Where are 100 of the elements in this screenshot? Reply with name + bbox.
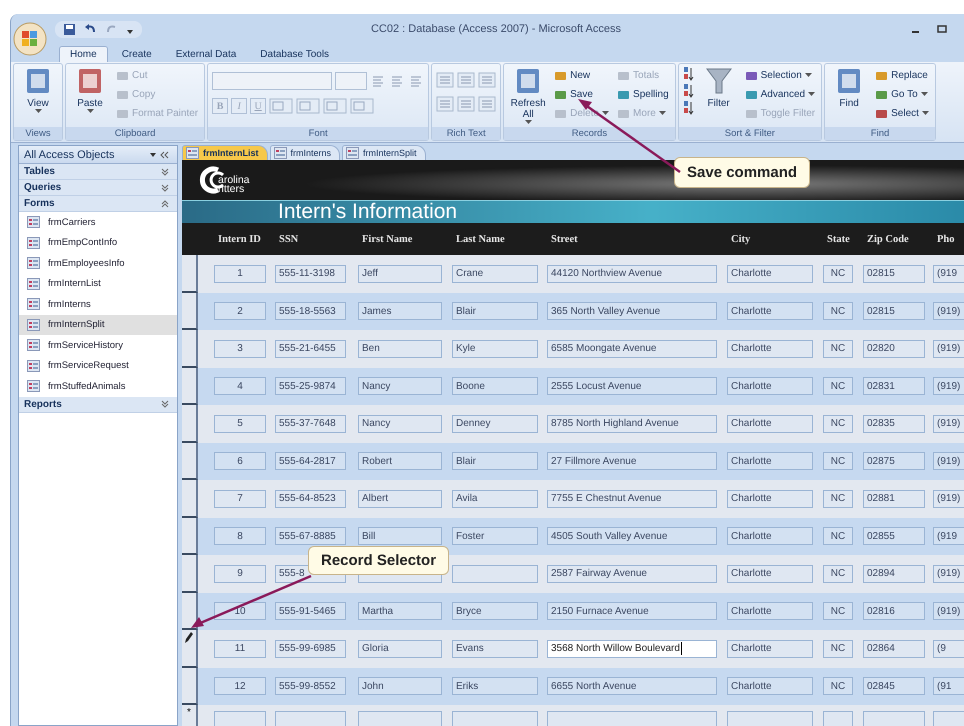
nav-item[interactable]: frmServiceRequest [19, 356, 177, 376]
field[interactable]: 02815 [863, 302, 925, 320]
field[interactable]: Boone [452, 377, 538, 396]
field[interactable]: 02835 [863, 414, 925, 433]
field[interactable]: NC [823, 602, 853, 620]
field[interactable]: 12 [214, 677, 266, 696]
field[interactable]: 02894 [863, 564, 925, 583]
format-icon[interactable] [269, 98, 294, 114]
field[interactable] [863, 711, 925, 726]
field[interactable]: 555-67-8885 [275, 527, 346, 546]
ribbon-button[interactable]: View [18, 66, 58, 114]
list-icon[interactable] [436, 96, 454, 112]
field[interactable]: (919) [933, 602, 964, 620]
field[interactable]: Charlotte [727, 602, 813, 620]
field[interactable] [452, 564, 538, 583]
field[interactable]: John [358, 677, 442, 696]
field[interactable] [358, 711, 442, 726]
field[interactable]: 8 [214, 527, 266, 546]
nav-section-header[interactable]: Tables [19, 164, 177, 180]
field[interactable]: NC [823, 340, 853, 358]
record-selector[interactable] [182, 292, 198, 330]
field[interactable]: Charlotte [727, 264, 813, 283]
indent-icon[interactable] [478, 72, 496, 88]
indent-icon[interactable] [457, 72, 476, 88]
field[interactable] [727, 711, 813, 726]
nav-item[interactable]: frmEmployeesInfo [19, 253, 177, 274]
field[interactable]: 02815 [863, 264, 925, 283]
field[interactable]: (919) [933, 377, 964, 396]
ribbon-button[interactable]: Advanced [742, 85, 818, 104]
field[interactable]: Kyle [452, 340, 538, 358]
field[interactable]: 555-21-6455 [275, 340, 346, 358]
field[interactable]: 365 North Valley Avenue [547, 302, 717, 320]
record-selector[interactable] [182, 592, 198, 630]
record-selector[interactable] [182, 630, 198, 668]
field[interactable]: 02845 [863, 677, 925, 696]
field[interactable]: 7755 E Chestnut Avenue [547, 490, 717, 508]
field[interactable]: 02855 [863, 527, 925, 546]
field[interactable]: Blair [452, 302, 538, 320]
field[interactable]: 02864 [863, 640, 925, 658]
field[interactable]: Jeff [358, 264, 442, 283]
document-tab[interactable]: frmInternSplit [342, 145, 426, 160]
field[interactable]: Charlotte [727, 414, 813, 433]
font-name-field[interactable] [212, 72, 332, 90]
field[interactable]: 555-64-2817 [275, 452, 346, 470]
field[interactable]: Martha [358, 602, 442, 620]
nav-item[interactable]: frmServiceHistory [19, 335, 177, 356]
record-selector[interactable] [182, 405, 198, 442]
field[interactable]: 7 [214, 490, 266, 508]
field[interactable]: 8785 North Highland Avenue [547, 414, 717, 433]
field[interactable]: 5 [214, 414, 266, 433]
field[interactable]: NC [823, 302, 853, 320]
field[interactable]: 2 [214, 302, 266, 320]
field[interactable]: Nancy [358, 377, 442, 396]
field[interactable] [214, 711, 266, 726]
field[interactable]: Nancy [358, 414, 442, 433]
save-icon[interactable] [63, 22, 76, 36]
record-selector[interactable] [182, 480, 198, 518]
nav-item[interactable]: frmInterns [19, 294, 177, 314]
nav-section-header[interactable]: Forms [19, 196, 177, 212]
field[interactable]: 4505 South Valley Avenue [547, 527, 717, 546]
document-tab[interactable]: frmInternList [182, 145, 268, 160]
field[interactable]: 02831 [863, 377, 925, 396]
ribbon-button[interactable]: Go To [873, 85, 931, 104]
ribbon-tab[interactable]: Database Tools [250, 47, 340, 62]
nav-section-header[interactable]: Reports [19, 396, 177, 412]
nav-item[interactable]: frmCarriers [19, 212, 177, 232]
ribbon-button[interactable]: Selection [742, 66, 818, 85]
ribbon-tab[interactable]: Home [59, 46, 108, 62]
field[interactable]: 555-11-3198 [275, 264, 346, 283]
record-selector[interactable] [182, 518, 198, 555]
field[interactable]: 555-99-6985 [275, 640, 346, 658]
field[interactable]: 2150 Furnace Avenue [547, 602, 717, 620]
ribbon-tab[interactable]: Create [112, 47, 162, 62]
field[interactable]: Charlotte [727, 640, 813, 658]
field[interactable]: NC [823, 640, 853, 658]
field[interactable]: NC [823, 264, 853, 283]
field[interactable]: 1 [214, 264, 266, 283]
record-selector[interactable] [182, 442, 198, 480]
field[interactable]: 02881 [863, 490, 925, 508]
ribbon-button[interactable]: Filter [698, 66, 739, 109]
field[interactable]: NC [823, 490, 853, 508]
nav-pane-header[interactable]: All Access Objects [19, 146, 177, 164]
ribbon-button[interactable]: Paste [70, 66, 110, 114]
document-tab[interactable]: frmInterns [270, 145, 340, 160]
field[interactable]: NC [823, 564, 853, 583]
sort-icon[interactable] [682, 83, 695, 98]
field[interactable]: 555-25-9874 [275, 377, 346, 396]
record-selector[interactable] [182, 255, 198, 292]
field[interactable]: 6 [214, 452, 266, 470]
format-icon[interactable] [350, 98, 374, 114]
field[interactable]: (919) [933, 340, 964, 358]
format-icon[interactable] [296, 98, 320, 114]
nav-item[interactable]: frmInternList [19, 274, 177, 294]
field[interactable]: Charlotte [727, 527, 813, 546]
field[interactable]: 555-18-5563 [275, 302, 346, 320]
field[interactable]: 11 [214, 640, 266, 658]
field[interactable]: (919) [933, 414, 964, 433]
field[interactable]: NC [823, 527, 853, 546]
field[interactable]: Bryce [452, 602, 538, 620]
field[interactable]: 6585 Moongate Avenue [547, 340, 717, 358]
